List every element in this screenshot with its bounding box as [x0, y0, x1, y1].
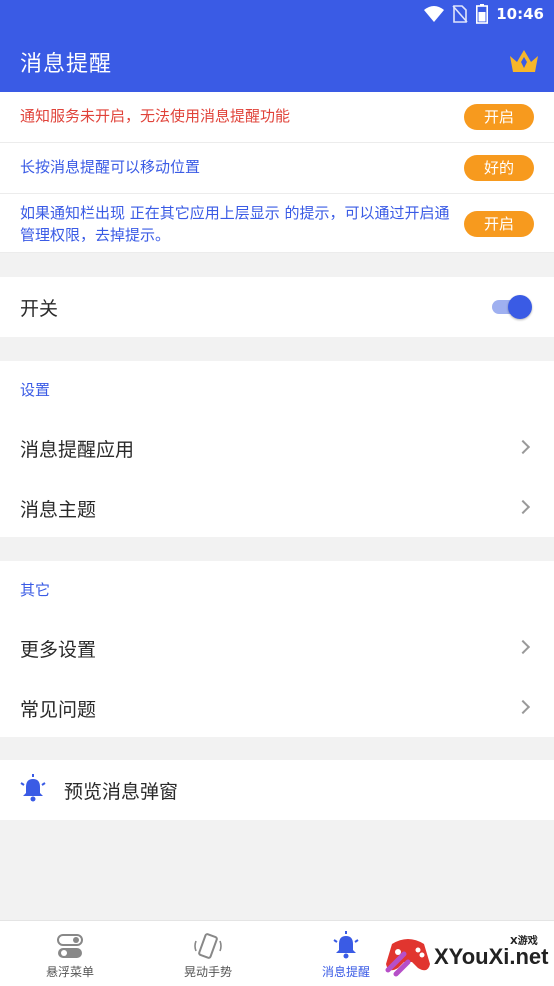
settings-item-theme[interactable]: 消息主题 — [0, 477, 554, 537]
chevron-right-icon — [515, 639, 531, 655]
item-label: 消息提醒应用 — [20, 439, 135, 461]
other-card: 其它 更多设置 常见问题 — [0, 561, 554, 737]
nav-label: 悬浮菜单 — [45, 965, 94, 979]
shake-phone-icon — [194, 933, 222, 959]
gamepad-logo-icon — [385, 939, 430, 977]
battery-icon — [476, 4, 489, 24]
ok-button[interactable]: 好的 — [464, 155, 534, 181]
toggle-icon — [57, 934, 83, 958]
notice-text: 如果通知栏出现 正在其它应用上层显示 的提示，可以通过开启通管理权限，去掉提示。 — [20, 204, 450, 244]
item-label: 消息主题 — [20, 499, 97, 521]
preview-label: 预览消息弹窗 — [64, 781, 179, 803]
notice-text: 长按消息提醒可以移动位置 — [20, 158, 201, 176]
notice-row-move: 长按消息提醒可以移动位置 好的 — [0, 143, 554, 194]
notice-row-permission: 如果通知栏出现 正在其它应用上层显示 的提示，可以通过开启通管理权限，去掉提示。… — [0, 194, 554, 253]
preview-popup-row[interactable]: 预览消息弹窗 — [0, 760, 554, 820]
chevron-right-icon — [515, 499, 531, 515]
section-title-other: 其它 — [20, 581, 51, 599]
status-time: 10:46 — [496, 5, 544, 23]
nav-floating-menu[interactable]: 悬浮菜单 — [0, 921, 140, 986]
no-sim-icon — [452, 5, 468, 23]
settings-item-notify-apps[interactable]: 消息提醒应用 — [0, 417, 554, 477]
chevron-right-icon — [515, 439, 531, 455]
bell-icon — [333, 931, 359, 959]
crown-icon[interactable] — [508, 48, 540, 74]
wifi-icon — [424, 6, 445, 22]
enable-service-button[interactable]: 开启 — [464, 104, 534, 130]
notice-row-service: 通知服务未开启，无法使用消息提醒功能 开启 — [0, 92, 554, 143]
item-label: 常见问题 — [20, 699, 97, 721]
other-item-more-settings[interactable]: 更多设置 — [0, 617, 554, 677]
nav-shake-gesture[interactable]: 晃动手势 — [138, 921, 278, 986]
status-bar: 10:46 — [0, 0, 554, 30]
watermark-tag: X游戏 — [510, 936, 538, 947]
toggle-knob — [508, 295, 532, 319]
settings-card: 设置 消息提醒应用 消息主题 — [0, 361, 554, 537]
notice-text: 通知服务未开启，无法使用消息提醒功能 — [20, 107, 291, 125]
item-label: 更多设置 — [20, 639, 97, 661]
bell-icon — [20, 774, 46, 802]
page-title: 消息提醒 — [20, 52, 113, 77]
chevron-right-icon — [515, 699, 531, 715]
section-title-settings: 设置 — [20, 381, 51, 399]
other-item-faq[interactable]: 常见问题 — [0, 677, 554, 737]
app-bar: 消息提醒 — [0, 30, 554, 92]
watermark-site: XYouXi.net — [434, 944, 549, 969]
enable-permission-button[interactable]: 开启 — [464, 211, 534, 237]
watermark-logo: XYouXi.net X游戏 — [382, 926, 554, 986]
nav-label: 晃动手势 — [183, 965, 232, 979]
switch-card: 开关 — [0, 277, 554, 337]
switch-label: 开关 — [20, 298, 59, 320]
master-toggle[interactable] — [492, 295, 532, 319]
